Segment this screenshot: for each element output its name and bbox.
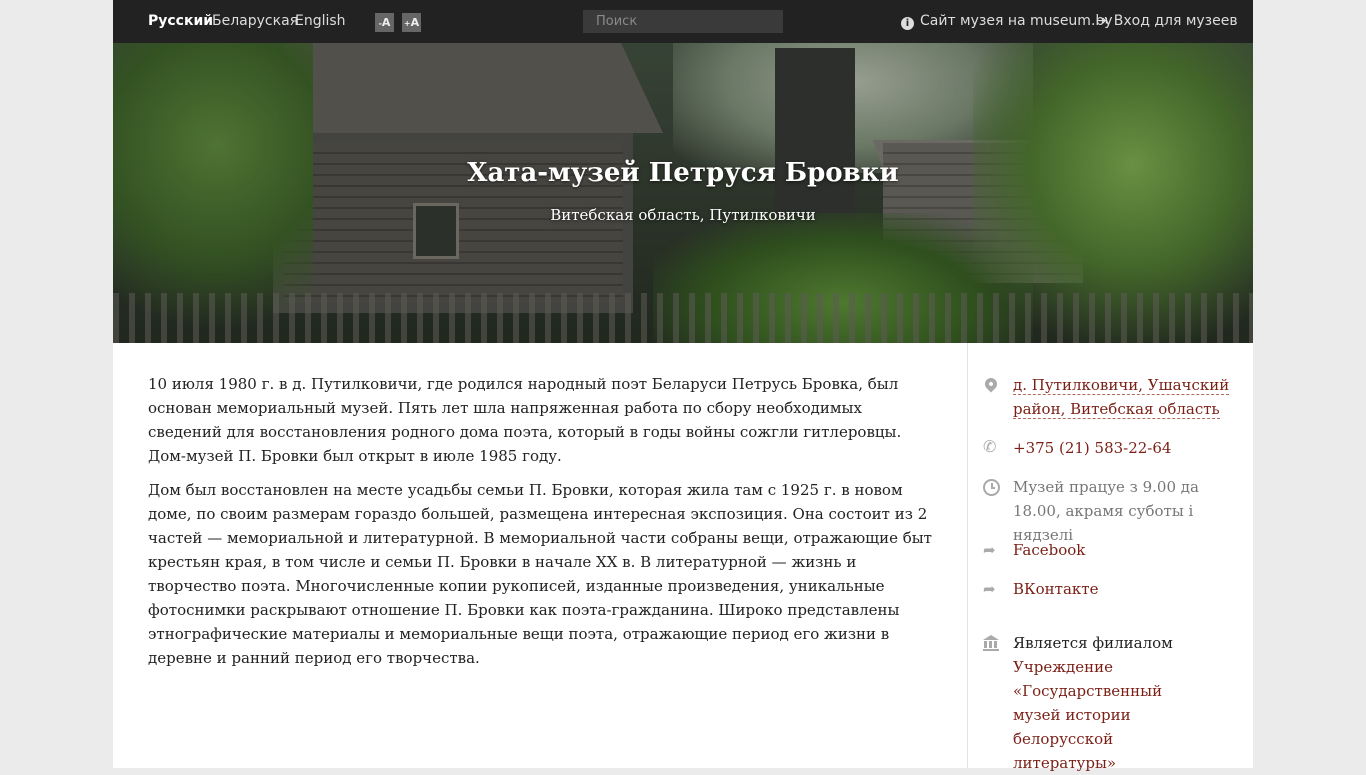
description-paragraph: 10 июля 1980 г. в д. Путилковичи, где ро… xyxy=(148,375,902,465)
branch-heading: Является филиалом xyxy=(1013,634,1173,652)
hero-banner: Хата-музей Петруся Бровки Витебская обла… xyxy=(113,43,1253,343)
login-link[interactable]: ⇥ Вход для музеев xyxy=(1096,13,1238,29)
facebook-link[interactable]: Facebook xyxy=(1013,538,1233,562)
institution-icon xyxy=(983,635,999,651)
search-input[interactable] xyxy=(583,10,783,33)
font-decrease-button[interactable]: -A xyxy=(375,13,394,32)
map-pin-icon xyxy=(982,375,1000,393)
lang-russian[interactable]: Русский xyxy=(148,13,213,29)
museum-location: Витебская область, Путилковичи xyxy=(550,206,816,224)
share-icon: ➦ xyxy=(983,580,996,598)
page: Русский Беларуская English -A +A iСайт м… xyxy=(113,0,1253,772)
top-bar: Русский Беларуская English -A +A iСайт м… xyxy=(113,0,1253,43)
info-icon: i xyxy=(901,17,914,30)
opening-hours: Музей працуе з 9.00 да 18.00, акрамя суб… xyxy=(1013,478,1199,544)
museum-title: Хата-музей Петруся Бровки xyxy=(467,158,899,188)
lang-belarusian[interactable]: Беларуская xyxy=(212,13,298,29)
museum-site-link[interactable]: i Сайт музея на museum.by xyxy=(901,13,1113,30)
font-increase-button[interactable]: +A xyxy=(402,13,421,32)
museum-description: 10 июля 1980 г. в д. Путилковичи, где ро… xyxy=(148,372,938,680)
divider xyxy=(967,343,968,768)
phone-link[interactable]: +375 (21) 583-22-64 xyxy=(1013,436,1233,460)
login-icon: ⇥ xyxy=(1096,13,1108,29)
vkontakte-link[interactable]: ВКонтакте xyxy=(1013,577,1233,601)
share-icon: ➦ xyxy=(983,541,996,559)
clock-icon xyxy=(983,479,1000,496)
lang-english[interactable]: English xyxy=(295,13,346,29)
address-link[interactable]: д. Путилковичи, Ушачский район, Витебска… xyxy=(1013,373,1233,421)
phone-icon: ✆ xyxy=(983,437,997,456)
parent-institution-link[interactable]: Учреждение «Государственный музей истори… xyxy=(1013,658,1162,772)
description-paragraph: Дом был восстановлен на месте усадьбы се… xyxy=(148,481,932,667)
